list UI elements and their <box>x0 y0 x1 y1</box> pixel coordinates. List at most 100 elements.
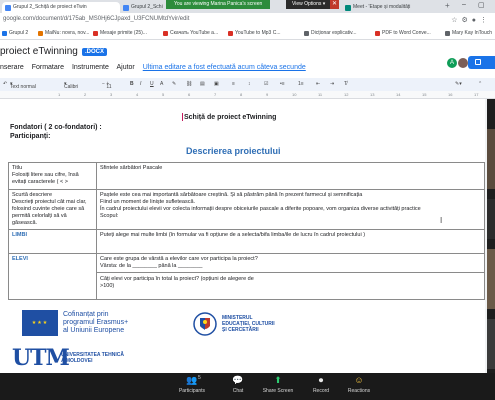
row-content-description[interactable]: Paștele este cea mai importantă sărbătoa… <box>96 189 485 230</box>
bookmark-item[interactable]: Mesaje primite (25)... <box>93 30 147 36</box>
checklist-icon[interactable]: ☑ <box>264 81 268 87</box>
bookmark-icon <box>163 31 168 36</box>
avatar[interactable]: A <box>447 58 457 68</box>
image-icon[interactable]: ▣ <box>214 81 219 87</box>
star-icon[interactable]: ☆ <box>451 17 461 24</box>
highlight-icon[interactable]: ✎ <box>172 81 176 87</box>
bookmark-item[interactable]: YouTube to Mp3 C... <box>228 30 281 36</box>
editing-mode-icon[interactable]: ✎▾ <box>455 81 462 87</box>
section-heading: Descrierea proiectului <box>186 146 281 156</box>
participant-video[interactable] <box>487 199 495 239</box>
indent-less-icon[interactable]: ⇤ <box>316 81 320 87</box>
ruler-tick: 8 <box>240 92 243 97</box>
clear-format-icon[interactable]: T̸ <box>344 81 347 87</box>
share-screen-button[interactable]: ⬆ Share Screen <box>258 375 298 394</box>
bookmark-item[interactable]: Скачать YouTube a... <box>163 30 218 36</box>
italic-icon[interactable]: I <box>140 81 141 87</box>
view-options-label: View Options <box>292 1 322 7</box>
browser-tab-doc-2[interactable]: Grupul 2_Schi <box>120 2 166 13</box>
text-color-icon[interactable]: A <box>160 81 163 87</box>
bookmark-item[interactable]: Dicționar explicativ... <box>304 30 356 36</box>
underline-icon[interactable]: U <box>150 81 154 87</box>
share-button[interactable] <box>468 56 495 69</box>
bold-icon[interactable]: B <box>130 81 134 87</box>
bookmark-icon <box>2 31 7 36</box>
style-label: Text normal <box>10 84 36 90</box>
table-row: LIMBI Puteți alege mai multe limbi (în f… <box>8 229 485 254</box>
row-label-description[interactable]: Scurtă descriere Descrieți proiectul cât… <box>8 189 97 230</box>
participant-video[interactable] <box>487 249 495 309</box>
avatar[interactable] <box>458 58 468 68</box>
chat-button[interactable]: 💬 Chat <box>224 375 252 394</box>
document-page[interactable]: Schiță de proiect eTwinning Fondatori ( … <box>0 99 485 373</box>
zoom-meeting-controls: 👥 Participants 5 💬 Chat ⬆ Share Screen ⏺… <box>0 373 495 400</box>
bookmark-item[interactable]: PDF to Word Conve... <box>375 30 431 36</box>
menu-insert[interactable]: nserare <box>0 64 24 71</box>
record-label: Record <box>312 388 330 394</box>
ruler-tick: 5 <box>162 92 165 97</box>
bookmark-label: Скачать YouTube a... <box>170 30 219 36</box>
extension-icon[interactable]: ⚙ <box>461 17 471 24</box>
font-size-field[interactable]: − 11 + <box>102 81 112 90</box>
browser-tab-doc-1[interactable]: Grupul 2_Schiță de proiect eTwin <box>2 2 120 13</box>
bookmark-icon <box>445 31 450 36</box>
bookmark-icon <box>228 31 233 36</box>
minimize-icon[interactable]: – <box>462 1 466 8</box>
table-row: Scurtă descriere Descrieți proiectul cât… <box>8 189 485 230</box>
record-button[interactable]: ⏺ Record <box>306 375 336 394</box>
maximize-icon[interactable]: ▢ <box>478 1 485 9</box>
document-canvas[interactable]: Schiță de proiect eTwinning Fondatori ( … <box>0 99 487 373</box>
bookmark-icon <box>93 31 98 36</box>
url-field[interactable]: google.com/document/d/175ab_MS0Hj6CJpaxd… <box>3 16 189 22</box>
row-content-languages[interactable]: Puteți alege mai multe limbi (în formula… <box>96 229 485 254</box>
numbered-list-icon[interactable]: 1≡ <box>298 81 304 87</box>
participant-video[interactable] <box>487 129 495 189</box>
participants-button[interactable]: 👥 Participants <box>172 375 212 394</box>
moldova-coat-of-arms-icon <box>193 312 217 336</box>
ministry-text: MINISTERUL EDUCAȚIEI, CULTURII ȘI CERCET… <box>222 315 275 333</box>
bookmark-icon <box>38 31 43 36</box>
row-content-title[interactable]: Sfintele sărbători Pascale <box>96 162 485 190</box>
tab-label: Meet - 'Etape și modalități <box>353 4 411 10</box>
ruler-tick: 9 <box>266 92 269 97</box>
line-spacing-icon[interactable]: ↕ <box>248 81 251 87</box>
row-content-students[interactable]: Care este grupa de vârstă a elevilor car… <box>96 253 485 300</box>
menu-format[interactable]: Formatare <box>32 64 64 71</box>
new-tab-icon[interactable]: + <box>445 1 450 10</box>
menu-help[interactable]: Ajutor <box>116 64 134 71</box>
link-icon[interactable]: ⛓ <box>186 81 192 87</box>
indent-more-icon[interactable]: ⇥ <box>330 81 334 87</box>
lock-icon <box>475 59 481 65</box>
undo-icon[interactable]: ↶ <box>3 81 7 87</box>
row-label-languages[interactable]: LIMBI <box>8 229 97 254</box>
bookmark-item[interactable]: Mary Kay InTouch <box>445 30 492 36</box>
reactions-button[interactable]: ☺ Reactions <box>342 375 376 394</box>
bullet-list-icon[interactable]: •≡ <box>280 81 285 87</box>
ruler-tick: 10 <box>292 92 297 97</box>
align-left-icon[interactable]: ≡ <box>232 81 235 87</box>
last-edit-link[interactable]: Ultima editare a fost efectuată acum cât… <box>143 64 306 71</box>
collapse-menus-icon[interactable]: ⌃ <box>478 81 482 87</box>
font-select[interactable]: Calibri ▾ <box>64 81 78 90</box>
zoom-view-options-button[interactable]: View Options ▾ <box>286 0 332 9</box>
profile-icon[interactable]: ● <box>472 17 480 24</box>
browser-tab-meet[interactable]: Meet - 'Etape și modalități <box>342 2 442 13</box>
share-screen-icon: ⬆ <box>274 375 282 385</box>
participant-video[interactable] <box>487 319 495 369</box>
bookmark-label: Mesaje primite (25)... <box>100 30 147 36</box>
menu-tools[interactable]: Instrumente <box>72 64 109 71</box>
students-count-question: Câți elevi vor participa în total la pro… <box>97 272 484 290</box>
table-row: Titlu Folosiți litere sau cifre, însă ev… <box>8 162 485 190</box>
bookmark-item[interactable]: MaiNu: novra, nov... <box>38 30 89 36</box>
row-label-students[interactable]: ELEVI <box>8 253 97 300</box>
comment-add-icon[interactable]: ▤ <box>200 81 205 87</box>
style-select[interactable]: Text normal ▾ <box>10 81 36 90</box>
document-title[interactable]: proiect eTwinning <box>0 46 78 57</box>
menu-icon[interactable]: ⋮ <box>480 17 491 24</box>
bookmark-item[interactable]: Grupul 2 <box>2 30 28 36</box>
ruler-tick: 13 <box>370 92 375 97</box>
row-label-title[interactable]: Titlu Folosiți litere sau cifre, însă ev… <box>8 162 97 190</box>
browser-tab-strip: Grupul 2_Schiță de proiect eTwin Grupul … <box>0 0 495 13</box>
zoom-close-icon[interactable]: ✕ <box>330 0 339 9</box>
ruler-tick: 11 <box>318 92 323 97</box>
